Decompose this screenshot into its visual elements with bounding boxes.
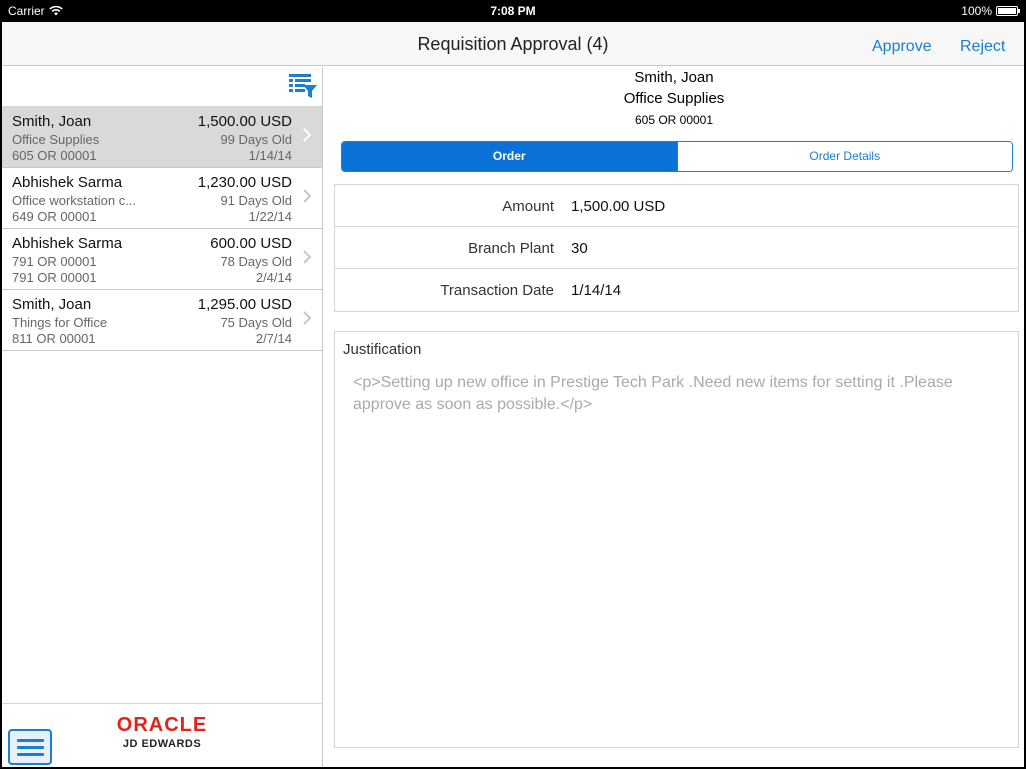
requisition-amount: 600.00 USD (210, 235, 292, 252)
reject-button[interactable]: Reject (960, 38, 1005, 56)
field-amount: Amount 1,500.00 USD (335, 185, 1018, 227)
detail-order-number: 605 OR 00001 (634, 113, 714, 127)
order-number: 811 OR 00001 (12, 331, 96, 346)
requisition-description: Office Supplies (12, 132, 100, 147)
battery-icon (996, 6, 1020, 16)
requisition-date: 1/22/14 (248, 209, 292, 224)
requisition-age: 91 Days Old (220, 193, 292, 208)
requisition-age: 78 Days Old (220, 254, 292, 269)
justification-label: Justification (343, 341, 422, 358)
order-number: 791 OR 00001 (12, 270, 97, 285)
list-item[interactable]: Smith, Joan 1,500.00 USD Office Supplies… (2, 107, 322, 168)
chevron-right-icon (303, 189, 312, 203)
logo-oracle-text: ORACLE (116, 714, 208, 736)
requisition-description: Office workstation c... (12, 193, 137, 208)
battery-percent: 100% (961, 4, 992, 18)
logo-jde-text: JD EDWARDS (122, 738, 202, 750)
list-item[interactable]: Abhishek Sarma 1,230.00 USD Office works… (2, 168, 322, 229)
menu-button[interactable] (8, 729, 52, 765)
device-frame: Carrier 7:08 PM 100% Requisition Approva… (0, 0, 1026, 769)
field-value: 1/14/14 (571, 282, 622, 299)
requisition-amount: 1,295.00 USD (197, 296, 292, 313)
detail-requester-name: Smith, Joan (634, 69, 714, 86)
requisition-description: 791 OR 00001 (12, 254, 97, 269)
requisition-age: 99 Days Old (220, 132, 292, 147)
segmented-control: Order Order Details (341, 141, 1013, 172)
list-footer: ORACLE JD EDWARDS (2, 703, 322, 767)
requester-name: Abhishek Sarma (12, 235, 123, 252)
requester-name: Smith, Joan (12, 113, 92, 130)
tab-order[interactable]: Order (342, 142, 677, 171)
requester-name: Smith, Joan (12, 296, 92, 313)
page-title: Requisition Approval (4) (417, 34, 609, 54)
field-value: 1,500.00 USD (571, 198, 666, 215)
requisition-date: 1/14/14 (248, 148, 292, 163)
filter-icon[interactable] (288, 72, 318, 100)
chevron-right-icon (303, 250, 312, 264)
requisition-date: 2/4/14 (255, 270, 292, 285)
status-bar: Carrier 7:08 PM 100% (2, 0, 1024, 22)
justification-text: <p>Setting up new office in Prestige Tec… (353, 374, 953, 413)
requisition-age: 75 Days Old (220, 315, 292, 330)
chevron-right-icon (303, 128, 312, 142)
list-item[interactable]: Smith, Joan 1,295.00 USD Things for Offi… (2, 290, 322, 351)
navigation-bar: Requisition Approval (4) Approve Reject (2, 22, 1024, 66)
justification-box: Justification <p>Setting up new office i… (334, 331, 1019, 748)
clock: 7:08 PM (490, 4, 536, 18)
screen: Carrier 7:08 PM 100% Requisition Approva… (2, 0, 1024, 767)
approve-button[interactable]: Approve (872, 38, 932, 56)
field-label: Amount (502, 198, 554, 215)
field-transaction-date: Transaction Date 1/14/14 (335, 269, 1018, 311)
requisition-description: Things for Office (12, 315, 108, 330)
order-number: 649 OR 00001 (12, 209, 97, 224)
field-branch-plant: Branch Plant 30 (335, 227, 1018, 269)
list-item[interactable]: Abhishek Sarma 600.00 USD 791 OR 00001 7… (2, 229, 322, 290)
field-label: Transaction Date (440, 282, 554, 299)
detail-description: Office Supplies (623, 90, 725, 107)
requisition-detail-panel: Smith, Joan Office Supplies 605 OR 00001… (324, 67, 1024, 767)
requisition-list-panel: Smith, Joan 1,500.00 USD Office Supplies… (2, 67, 323, 767)
requisition-amount: 1,230.00 USD (197, 174, 292, 191)
battery-indicator: 100% (961, 4, 1020, 18)
chevron-right-icon (303, 311, 312, 325)
requester-name: Abhishek Sarma (12, 174, 123, 191)
tab-order-details[interactable]: Order Details (676, 142, 1012, 171)
requisition-date: 2/7/14 (255, 331, 292, 346)
order-number: 605 OR 00001 (12, 148, 97, 163)
oracle-jd-edwards-logo: ORACLE JD EDWARDS (102, 714, 222, 750)
field-value: 30 (571, 240, 588, 257)
field-label: Branch Plant (468, 240, 554, 257)
requisition-amount: 1,500.00 USD (197, 113, 292, 130)
order-fields: Amount 1,500.00 USD Branch Plant 30 Tran… (334, 184, 1019, 312)
filter-row (2, 67, 322, 107)
